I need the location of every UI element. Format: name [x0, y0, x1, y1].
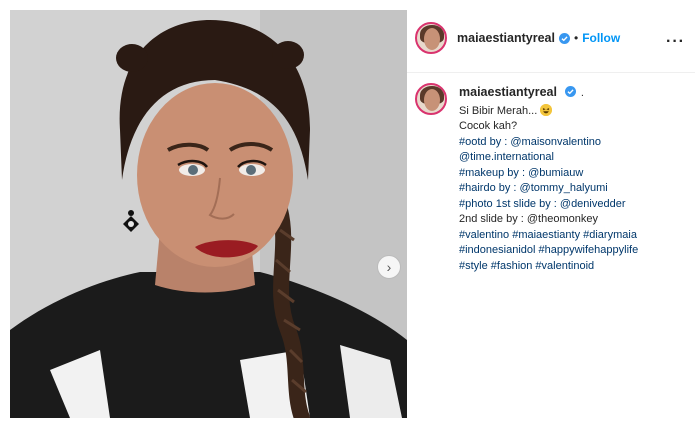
- post-header: maiaestiantyreal • Follow ···: [415, 16, 695, 60]
- caption-line[interactable]: #makeup by : @bumiauw: [459, 166, 638, 182]
- more-options-icon[interactable]: ···: [666, 33, 685, 51]
- verified-badge-icon: [565, 86, 577, 97]
- caption: maiaestiantyreal . Si Bibir Merah... Coco…: [415, 83, 695, 274]
- avatar[interactable]: [415, 22, 447, 54]
- caption-body: maiaestiantyreal . Si Bibir Merah... Coco…: [459, 83, 638, 274]
- header-username[interactable]: maiaestiantyreal: [457, 31, 555, 45]
- caption-avatar[interactable]: [415, 83, 447, 115]
- caption-line[interactable]: #ootd by : @maisonvalentino: [459, 135, 638, 151]
- header-divider: [407, 72, 695, 73]
- caption-line: 2nd slide by : @theomonkey: [459, 213, 598, 225]
- caption-line[interactable]: #style #fashion #valentinoid: [459, 259, 638, 275]
- caption-line[interactable]: #hairdo by : @tommy_halyumi: [459, 181, 638, 197]
- instagram-post: › maiaestiantyreal • Follow ··· maiaesti…: [10, 10, 695, 418]
- caption-lines: Si Bibir Merah... Cocok kah? #ootd by : @m…: [459, 103, 638, 275]
- caption-line: Cocok kah?: [459, 120, 518, 132]
- post-photo[interactable]: ›: [10, 10, 407, 418]
- caption-line: Si Bibir Merah...: [459, 103, 638, 120]
- caption-line[interactable]: #valentino #maiaestianty #diarymaia: [459, 228, 638, 244]
- follow-button[interactable]: Follow: [582, 31, 620, 45]
- header-separator: •: [573, 31, 579, 45]
- caption-line[interactable]: @time.international: [459, 150, 638, 166]
- caption-suffix: .: [580, 87, 584, 99]
- caption-line[interactable]: #photo 1st slide by : @denivedder: [459, 197, 638, 213]
- next-slide-button[interactable]: ›: [377, 255, 401, 279]
- chevron-right-icon: ›: [386, 259, 392, 275]
- post-sidebar: maiaestiantyreal • Follow ··· maiaestian…: [407, 10, 695, 418]
- verified-badge-icon: [558, 32, 570, 44]
- caption-username[interactable]: maiaestiantyreal: [459, 85, 557, 99]
- laughing-face-icon: [540, 103, 553, 116]
- portrait-illustration: [10, 10, 407, 418]
- caption-line[interactable]: #indonesianidol #happywifehappylife: [459, 243, 638, 259]
